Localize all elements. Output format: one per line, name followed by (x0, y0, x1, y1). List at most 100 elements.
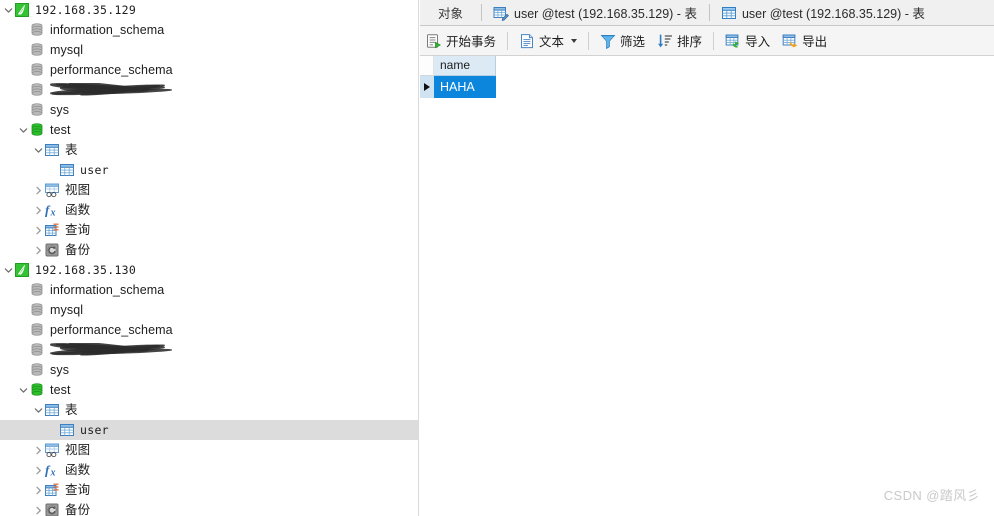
tree-node-mysql[interactable]: mysql (0, 40, 418, 60)
toolbar-button-sort[interactable]: 排序 (651, 29, 708, 53)
filter-icon (600, 33, 616, 49)
grid-toolbar[interactable]: 开始事务 文本 筛选 排序 导入 导出 (420, 26, 994, 56)
toolbar-separator (507, 31, 509, 50)
tree-node-视图[interactable]: 视图 (0, 440, 418, 460)
table-icon (59, 162, 75, 178)
tree-node-performance_schema[interactable]: performance_schema (0, 320, 418, 340)
data-grid[interactable]: name HAHA (420, 56, 994, 516)
toolbar-button-label: 导入 (745, 35, 771, 49)
toolbar-button-export[interactable]: 导出 (776, 29, 833, 53)
tree-node-视图[interactable]: 视图 (0, 180, 418, 200)
tree-node-redacted[interactable] (0, 80, 418, 100)
database-green-icon (29, 382, 45, 398)
tab-label: user @test (192.168.35.129) - 表 (514, 7, 697, 21)
tree-node-sys[interactable]: sys (0, 360, 418, 380)
chevron-down-icon[interactable] (17, 120, 29, 140)
tab-1[interactable]: user @test (192.168.35.129) - 表 (481, 0, 709, 25)
tree-node-查询[interactable]: 查询 (0, 480, 418, 500)
import-icon (725, 33, 741, 49)
database-gray-icon (29, 322, 45, 338)
chevron-right-icon[interactable] (32, 240, 44, 260)
tree-node-label: information_schema (50, 283, 165, 297)
tree-node-user[interactable]: user (0, 420, 418, 440)
chevron-right-icon[interactable] (32, 440, 44, 460)
view-icon (44, 182, 60, 198)
database-gray-icon (29, 62, 45, 78)
navicat-window: 192.168.35.129 information_schema mysql per… (0, 0, 994, 516)
tree-node-192.168.35.130[interactable]: 192.168.35.130 (0, 260, 418, 280)
toolbar-button-label: 导出 (802, 35, 828, 49)
tree-node-备份[interactable]: 备份 (0, 500, 418, 516)
tree-node-label: 查询 (65, 483, 91, 497)
toolbar-button-begin-transaction[interactable]: 开始事务 (420, 29, 502, 53)
tree-node-sys[interactable]: sys (0, 100, 418, 120)
tree-node-information_schema[interactable]: information_schema (0, 280, 418, 300)
tab-0[interactable]: 对象 (420, 0, 482, 25)
table-design-icon (493, 5, 509, 21)
tree-node-performance_schema[interactable]: performance_schema (0, 60, 418, 80)
tree-node-label: 备份 (65, 243, 91, 257)
database-gray-icon (29, 362, 45, 378)
tree-node-label: 视图 (65, 183, 91, 197)
tree-node-label: 函数 (65, 203, 91, 217)
tree-node-label: test (50, 123, 71, 137)
tree-node-redacted[interactable] (0, 340, 418, 360)
tree-node-test[interactable]: test (0, 380, 418, 400)
tree-node-information_schema[interactable]: information_schema (0, 20, 418, 40)
connection-icon (14, 262, 30, 278)
chevron-right-icon[interactable] (32, 500, 44, 516)
tree-node-user[interactable]: user (0, 160, 418, 180)
tree-node-label: performance_schema (50, 63, 173, 77)
tree-node-函数[interactable]: f x 函数 (0, 200, 418, 220)
chevron-right-icon[interactable] (32, 480, 44, 500)
tree-node-表[interactable]: 表 (0, 400, 418, 420)
tab-label: 对象 (438, 7, 464, 21)
cell-name[interactable]: HAHA (434, 76, 496, 98)
toolbar-button-text[interactable]: 文本 (513, 29, 583, 53)
chevron-right-icon[interactable] (32, 180, 44, 200)
chevron-down-icon[interactable] (2, 260, 14, 280)
tree-node-test[interactable]: test (0, 120, 418, 140)
chevron-down-icon[interactable] (2, 0, 14, 20)
database-gray-icon (29, 82, 45, 98)
table-row[interactable]: HAHA (420, 76, 994, 98)
tree-node-函数[interactable]: f x 函数 (0, 460, 418, 480)
tree-node-备份[interactable]: 备份 (0, 240, 418, 260)
tree-node-mysql[interactable]: mysql (0, 300, 418, 320)
object-tree-sidebar[interactable]: 192.168.35.129 information_schema mysql per… (0, 0, 419, 516)
tree-node-表[interactable]: 表 (0, 140, 418, 160)
chevron-down-icon[interactable] (32, 400, 44, 420)
chevron-down-icon[interactable] (571, 38, 578, 43)
toolbar-button-import[interactable]: 导入 (719, 29, 776, 53)
chevron-right-icon[interactable] (32, 200, 44, 220)
tab-2[interactable]: user @test (192.168.35.129) - 表 (708, 0, 937, 25)
query-icon (44, 222, 60, 238)
tree-node-192.168.35.129[interactable]: 192.168.35.129 (0, 0, 418, 20)
tree-node-查询[interactable]: 查询 (0, 220, 418, 240)
chevron-down-icon[interactable] (17, 380, 29, 400)
text-icon (519, 33, 535, 49)
connection-tree[interactable]: 192.168.35.129 information_schema mysql per… (0, 0, 418, 516)
chevron-down-icon[interactable] (32, 140, 44, 160)
tab-bar[interactable]: 对象 user @test (192.168.35.129) - 表 user @t… (420, 0, 994, 26)
current-row-arrow-icon (424, 83, 430, 91)
tree-node-label: sys (50, 363, 70, 377)
toolbar-button-filter[interactable]: 筛选 (594, 29, 651, 53)
tree-node-label: 查询 (65, 223, 91, 237)
redacted-database-name (50, 83, 200, 97)
chevron-right-icon[interactable] (32, 220, 44, 240)
tab-label: user @test (192.168.35.129) - 表 (741, 7, 925, 21)
chevron-right-icon[interactable] (32, 460, 44, 480)
column-header-name[interactable]: name (434, 56, 496, 76)
grid-empty-area[interactable] (420, 98, 994, 516)
